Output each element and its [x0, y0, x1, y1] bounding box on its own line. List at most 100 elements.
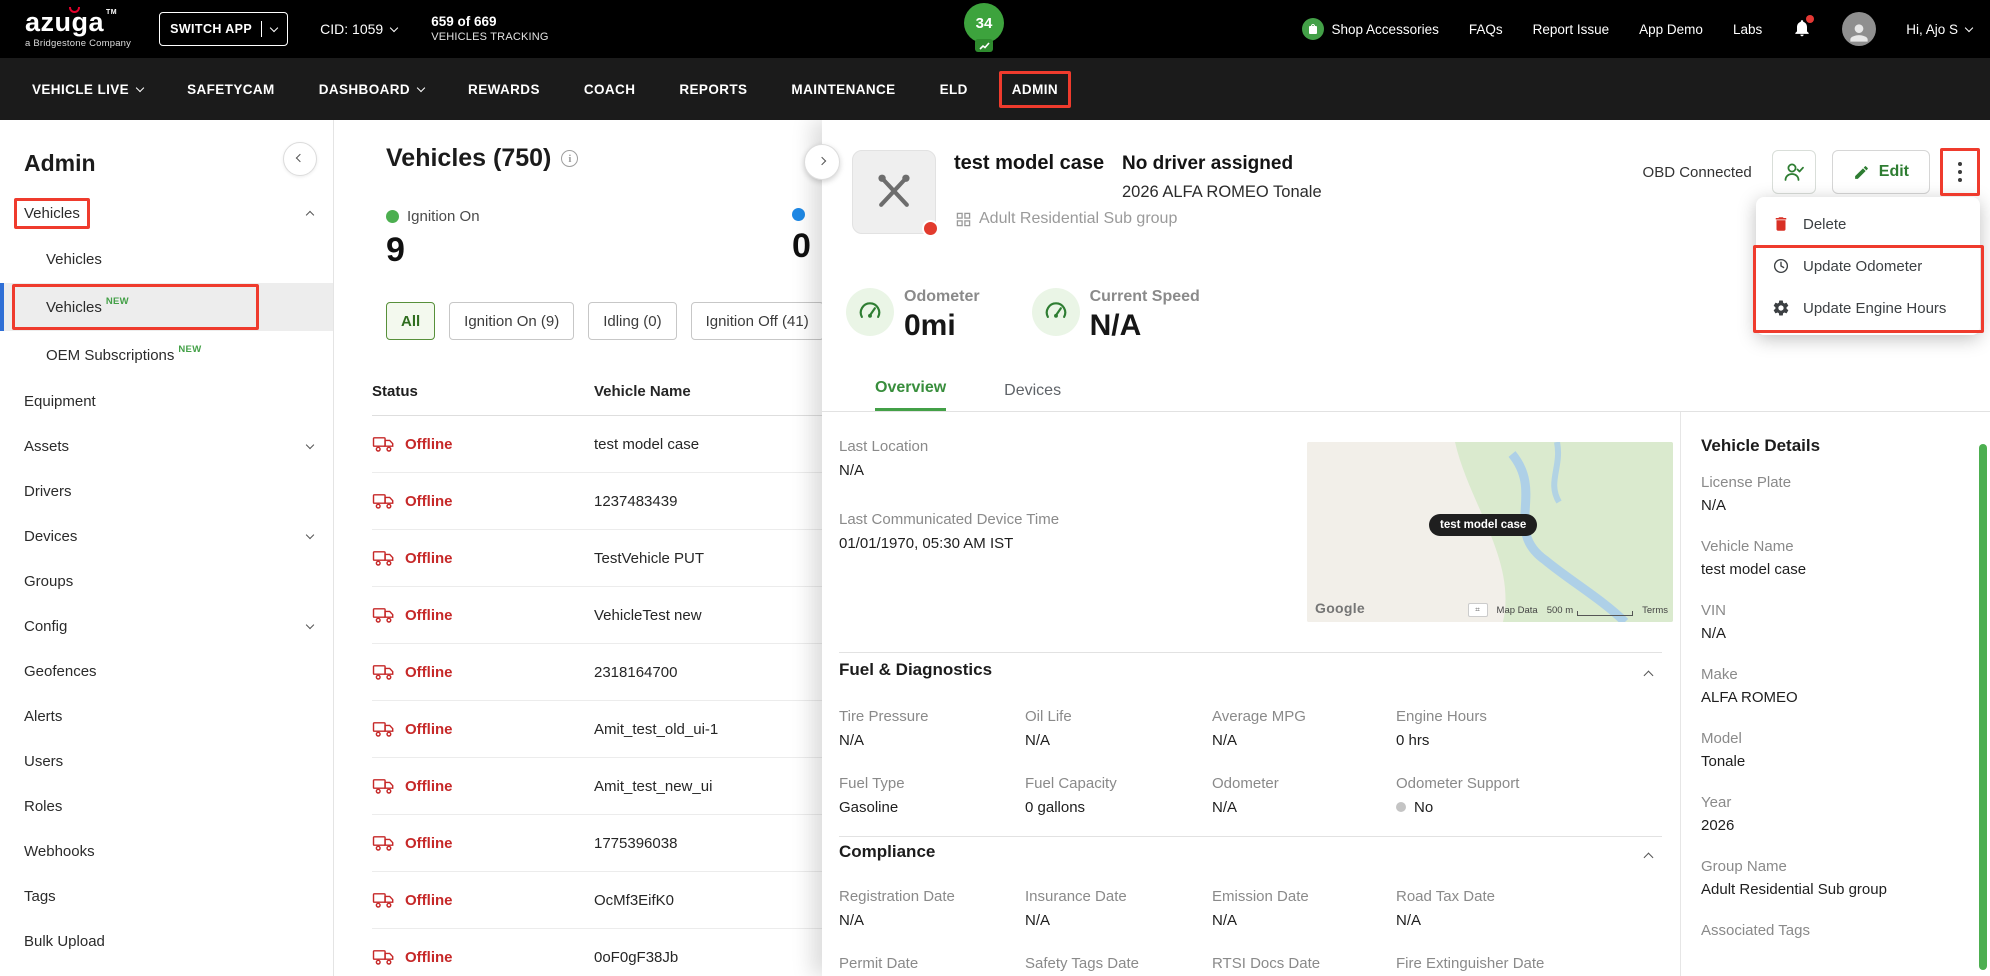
- table-row[interactable]: Offline 2318164700: [372, 644, 822, 701]
- labs-link[interactable]: Labs: [1733, 22, 1762, 37]
- sidebar-item-vehicles[interactable]: Vehicles: [0, 235, 333, 283]
- table-row[interactable]: Offline VehicleTest new: [372, 587, 822, 644]
- map-keyboard-icon[interactable]: ⌗: [1467, 603, 1488, 617]
- group-grid-icon: [956, 212, 971, 226]
- table-row[interactable]: Offline OcMf3EifK0: [372, 872, 822, 929]
- more-actions-button[interactable]: [1940, 148, 1980, 196]
- field-odometer: Odometer N/A: [1212, 775, 1279, 816]
- sidebar-item-equipment[interactable]: Equipment: [0, 379, 333, 424]
- sidebar-item-tags[interactable]: Tags: [0, 874, 333, 919]
- shop-accessories-link[interactable]: Shop Accessories: [1301, 18, 1439, 40]
- filter-all[interactable]: All: [386, 302, 436, 340]
- sidebar-item-config[interactable]: Config: [0, 604, 333, 649]
- scrollbar[interactable]: [1979, 444, 1987, 970]
- table-row[interactable]: Offline Amit_test_new_ui: [372, 758, 822, 815]
- tab-overview[interactable]: Overview: [875, 379, 947, 411]
- table-row[interactable]: Offline 1775396038: [372, 815, 822, 872]
- notifications-bell-icon[interactable]: [1792, 14, 1815, 41]
- speed-gauge-icon: [1031, 288, 1080, 336]
- sidebar-item-devices[interactable]: Devices: [0, 514, 333, 559]
- nav-eld[interactable]: ELD: [940, 82, 968, 97]
- nav-admin[interactable]: ADMIN: [998, 70, 1072, 108]
- table-row[interactable]: Offline test model case: [372, 416, 822, 473]
- user-menu[interactable]: Hi, Ajo S: [1906, 22, 1974, 37]
- vehicle-status: Offline: [405, 663, 453, 681]
- chevron-down-icon: [389, 23, 399, 32]
- nav-coach[interactable]: COACH: [584, 82, 636, 97]
- table-row[interactable]: Offline 0oF0gF38Jb: [372, 929, 822, 976]
- nav-vehicle-live[interactable]: VEHICLE LIVE: [32, 82, 145, 97]
- sidebar-item-drivers[interactable]: Drivers: [0, 469, 333, 514]
- odometer-gauge-icon: [846, 288, 894, 336]
- field-model: Model Tonale: [1701, 730, 1746, 770]
- sidebar-item-webhooks[interactable]: Webhooks: [0, 829, 333, 874]
- table-row[interactable]: Offline 1237483439: [372, 473, 822, 530]
- collapse-fuel-section[interactable]: [1643, 666, 1654, 684]
- stat-value: 0: [792, 227, 811, 265]
- nav-reports[interactable]: REPORTS: [679, 82, 747, 97]
- column-status[interactable]: Status: [372, 383, 594, 400]
- azuga-logo[interactable]: azuga TM a Bridgestone Company: [25, 7, 131, 49]
- menu-item-delete[interactable]: Delete: [1756, 203, 1980, 245]
- vehicle-name: 1775396038: [594, 834, 678, 852]
- location-map[interactable]: test model case Google ⌗ Map Data 500 m …: [1307, 442, 1673, 622]
- table-row[interactable]: Offline Amit_test_old_ui-1: [372, 701, 822, 758]
- chevron-up-icon: [1643, 670, 1654, 681]
- vehicle-type-icon: [852, 150, 939, 237]
- score-badge[interactable]: 34: [962, 3, 1006, 52]
- sidebar-item-users[interactable]: Users: [0, 739, 333, 784]
- switch-app-button[interactable]: SWITCH APP: [159, 12, 289, 46]
- chevron-down-icon: [305, 440, 315, 450]
- filter-idling[interactable]: Idling (0): [588, 302, 677, 340]
- collapse-compliance-section[interactable]: [1643, 848, 1654, 866]
- sidebar-item-oem-subscriptions[interactable]: OEM Subscriptions NEW: [0, 331, 333, 379]
- green-status-dot: [386, 210, 399, 223]
- vehicle-status: Offline: [405, 834, 453, 852]
- panel-expand-button[interactable]: [804, 144, 840, 180]
- sidebar-item-assets[interactable]: Assets: [0, 424, 333, 469]
- sidebar-collapse-button[interactable]: [283, 142, 317, 176]
- nav-safetycam[interactable]: SAFETYCAM: [187, 82, 275, 97]
- tools-icon: [878, 174, 910, 207]
- menu-item-update-odometer[interactable]: Update Odometer: [1756, 245, 1980, 287]
- sidebar-item-bulk-upload[interactable]: Bulk Upload: [0, 919, 333, 964]
- nav-dashboard[interactable]: DASHBOARD: [319, 82, 426, 97]
- nav-maintenance[interactable]: MAINTENANCE: [791, 82, 895, 97]
- speed-widget: Current Speed N/A: [1031, 288, 1200, 343]
- sidebar-item-roles[interactable]: Roles: [0, 784, 333, 829]
- sidebar-item-geofences[interactable]: Geofences: [0, 649, 333, 694]
- chevron-left-icon: [295, 153, 305, 162]
- speed-label: Current Speed: [1089, 288, 1200, 305]
- sidebar-item-vehicles-group[interactable]: Vehicles: [0, 191, 333, 235]
- avatar[interactable]: [1842, 12, 1877, 46]
- filter-ignition-on[interactable]: Ignition On (9): [449, 302, 575, 340]
- cid-selector[interactable]: CID: 1059: [320, 21, 399, 37]
- edit-button[interactable]: Edit: [1831, 150, 1930, 194]
- vehicle-name: Amit_test_new_ui: [594, 777, 713, 795]
- tab-devices[interactable]: Devices: [1004, 382, 1061, 411]
- column-vehicle-name[interactable]: Vehicle Name: [594, 383, 822, 400]
- table-row[interactable]: Offline TestVehicle PUT: [372, 530, 822, 587]
- chevron-right-icon: [817, 156, 827, 165]
- sidebar-item-vehicles-new[interactable]: Vehicles NEW: [0, 283, 333, 331]
- sidebar-item-groups[interactable]: Groups: [0, 559, 333, 604]
- sidebar-item-alerts[interactable]: Alerts: [0, 694, 333, 739]
- map-vehicle-pin[interactable]: test model case: [1429, 514, 1538, 536]
- pencil-icon: [1854, 165, 1868, 179]
- info-icon[interactable]: i: [561, 150, 579, 167]
- assign-driver-button[interactable]: [1771, 150, 1816, 194]
- compliance-section-title: Compliance: [839, 842, 936, 861]
- truck-icon: [372, 722, 394, 737]
- nav-rewards[interactable]: REWARDS: [468, 82, 540, 97]
- menu-item-update-engine-hours[interactable]: Update Engine Hours: [1756, 287, 1980, 329]
- field-rtsi-docs-date: RTSI Docs Date: [1212, 955, 1321, 972]
- report-issue-link[interactable]: Report Issue: [1533, 22, 1610, 37]
- field-tire-pressure: Tire Pressure N/A: [839, 708, 929, 749]
- field-permit-date: Permit Date: [839, 955, 919, 972]
- faqs-link[interactable]: FAQs: [1469, 22, 1503, 37]
- filter-ignition-off[interactable]: Ignition Off (41): [690, 302, 822, 340]
- app-demo-link[interactable]: App Demo: [1639, 22, 1703, 37]
- field-engine-hours: Engine Hours 0 hrs: [1396, 708, 1487, 749]
- map-terms-link[interactable]: Terms: [1642, 605, 1668, 616]
- field-vin: VIN N/A: [1701, 602, 1727, 642]
